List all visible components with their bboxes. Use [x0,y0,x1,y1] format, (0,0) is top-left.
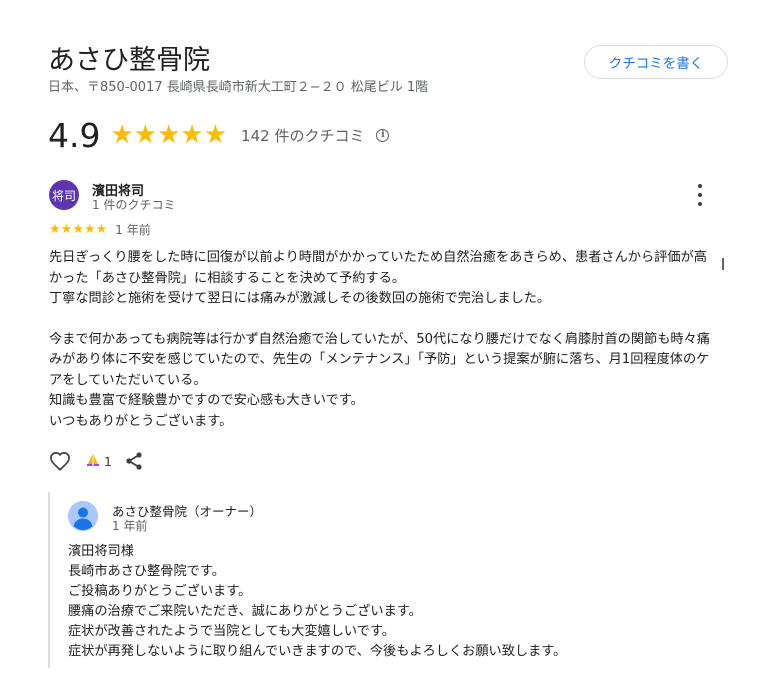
more-vert-icon[interactable] [692,184,708,206]
person-icon [68,501,98,531]
star-icon: ★ [49,222,61,237]
review-count[interactable]: 142 件のクチコミ [241,125,364,146]
review-paragraph: 先日ぎっくり腰をした時に回復が以前より時間がかかっていたため自然治癒をあきらめ、… [49,250,707,286]
praise-hands-icon [85,452,101,471]
star-icon: ★ [203,120,228,150]
owner-response-line: 腰痛の治療でご来院いただき、誠にありがとうございます。 [68,604,422,619]
heart-outline-icon[interactable] [49,451,71,471]
star-icon: ★ [83,222,96,237]
reviewer-meta: 1 件のクチコミ [92,198,176,212]
share-icon[interactable] [124,451,144,471]
reviewer-avatar[interactable]: 将司 [49,180,79,210]
write-review-button[interactable]: クチコミを書く [584,45,728,79]
owner-response-line: 症状が再発しないように取り組んでいきますので、今後もよろしくお願い致します。 [68,644,567,659]
owner-response-text: 濱田将司様 長崎市あさひ整骨院です。 ご投稿ありがとうございます。 腰痛の治療で… [68,542,688,662]
review-text: 先日ぎっくり腰をした時に回復が以前より時間がかかっていたため自然治癒をあきらめ、… [49,248,719,432]
place-title: あさひ整骨院 [48,45,210,76]
place-address: 日本、〒850-0017 長崎県長崎市新大工町２−２０ 松尾ビル 1階 [48,80,429,95]
star-icon: ★ [110,120,134,150]
rating-stars: ★ ★ ★ ★ ★ [110,122,227,148]
info-icon[interactable]: i [376,128,390,142]
owner-response-date: 1 年前 [112,519,148,533]
owner-response-line: 症状が改善されたようで当院としても大変嬉しいです。 [68,624,395,639]
review-page: あさひ整骨院 日本、〒850-0017 長崎県長崎市新大工町２−２０ 松尾ビル … [0,0,776,680]
review-paragraph: 今まで何かあっても病院等は行かず自然治癒で治していたが、50代になり腰だけでなく… [49,331,710,388]
review-date: 1 年前 [115,223,151,237]
rating-value: 4.9 [48,115,101,155]
star-icon: ★ [60,222,73,237]
owner-response-line: 濱田将司様 [68,544,134,559]
review-actions: 1 [49,451,144,471]
review-rating: ★ ★ ★ ★ ★ 1 年前 [49,221,151,238]
owner-response-line: ご投稿ありがとうございます。 [68,584,252,599]
star-icon: ★ [72,222,84,237]
text-cursor [722,258,724,270]
star-icon: ★ [157,120,181,150]
helpful-count: 1 [104,453,112,469]
owner-response: あさひ整骨院（オーナー） 1 年前 濱田将司様 長崎市あさひ整骨院です。 ご投稿… [48,492,700,668]
star-icon: ★ [133,120,158,150]
owner-response-line: 長崎市あさひ整骨院です。 [68,564,225,579]
review-paragraph: 丁寧な問診と施術を受けて翌日には痛みが激減しその後数回の施術で完治しました。 [49,291,551,306]
review-paragraph: いつもありがとうございます。 [49,413,233,429]
star-icon: ★ [95,222,108,237]
helpful-reaction[interactable]: 1 [85,452,112,471]
rating-summary: 4.9 ★ ★ ★ ★ ★ 142 件のクチコミ i [48,112,390,158]
star-icon: ★ [180,120,204,150]
review-paragraph: 知識も豊富で経験豊かですので安心感も大きいです。 [49,393,364,408]
